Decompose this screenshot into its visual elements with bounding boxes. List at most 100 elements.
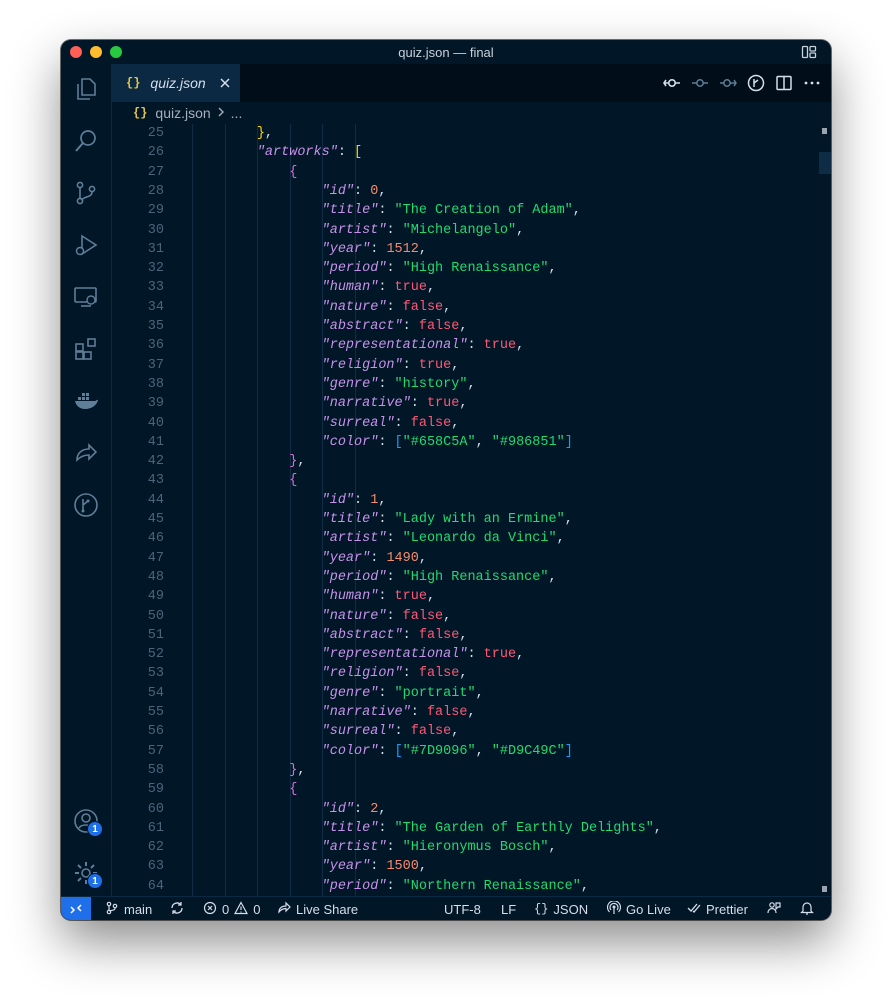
docker-icon[interactable] [73, 388, 99, 414]
code-line[interactable]: 60 "id": 2, [112, 800, 831, 819]
code-line[interactable]: 27 { [112, 163, 831, 182]
remote-indicator-icon[interactable] [61, 897, 91, 920]
line-number: 35 [147, 319, 164, 334]
source-control-icon[interactable] [73, 180, 99, 206]
code-line[interactable]: 29 "title": "The Creation of Adam", [112, 201, 831, 220]
code-line[interactable]: 64 "period": "Northern Renaissance", [112, 877, 831, 896]
language-mode-selector[interactable]: {} JSON [534, 897, 588, 920]
code-line[interactable]: 30 "artist": "Michelangelo", [112, 221, 831, 240]
git-graph-action-icon[interactable] [747, 74, 765, 92]
code-token: , [451, 724, 460, 740]
code-line[interactable]: 34 "nature": false, [112, 298, 831, 317]
code-line[interactable]: 28 "id": 0, [112, 182, 831, 201]
code-line[interactable]: 54 "genre": "portrait", [112, 684, 831, 703]
notifications-button[interactable] [800, 897, 814, 920]
line-number: 52 [147, 647, 164, 663]
code-token: "Lady with an Ermine" [394, 512, 565, 527]
live-share-button[interactable]: Live Share [277, 897, 358, 920]
code-token: : [386, 299, 403, 315]
remote-explorer-icon[interactable] [73, 284, 99, 310]
search-icon[interactable] [73, 128, 99, 154]
code-line[interactable]: 38 "genre": "history", [112, 375, 831, 394]
code-token: "representational" [321, 338, 468, 354]
code-line[interactable]: 41 "color": ["#658C5A", "#986851"] [112, 433, 831, 452]
eol-selector[interactable]: LF [501, 897, 516, 920]
more-actions-icon[interactable] [803, 74, 821, 92]
code-line[interactable]: 39 "narrative": true, [112, 394, 831, 413]
code-editor[interactable]: 25 }, 26 "artworks": [27 {28 "id": 0, 29 "… [112, 124, 831, 896]
code-line[interactable]: 37 "religion": true, [112, 356, 831, 375]
code-line[interactable]: 49 "human": true, [112, 587, 831, 606]
minimize-window-button[interactable] [90, 46, 102, 58]
branch-indicator[interactable]: main [105, 897, 152, 920]
code-line[interactable]: 56 "surreal": false, [112, 722, 831, 741]
code-token: : [386, 608, 403, 624]
previous-change-icon[interactable] [691, 74, 709, 92]
code-line[interactable]: 31 "year": 1512, [112, 240, 831, 259]
code-line[interactable]: 47 "year": 1490, [112, 549, 831, 568]
breadcrumb-file[interactable]: quiz.json [155, 105, 210, 121]
code-line[interactable]: 51 "abstract": false, [112, 626, 831, 645]
encoding-selector[interactable]: UTF-8 [444, 897, 481, 920]
code-line[interactable]: 48 "period": "High Renaissance", [112, 568, 831, 587]
code-line[interactable]: 61 "title": "The Garden of Earthly Delig… [112, 819, 831, 838]
code-line[interactable]: 45 "title": "Lady with an Ermine", [112, 510, 831, 529]
next-change-icon[interactable] [719, 74, 737, 92]
code-line[interactable]: 55 "narrative": false, [112, 703, 831, 722]
code-line[interactable]: 25 }, [112, 124, 831, 143]
problems-indicator[interactable]: 0 0 [203, 897, 260, 920]
code-token: : [378, 589, 395, 605]
line-number: 28 [147, 183, 164, 199]
breadcrumb-symbol[interactable]: ... [231, 105, 243, 121]
customize-layout-icon[interactable] [801, 44, 817, 60]
live-share-icon[interactable] [73, 440, 99, 466]
line-number: 60 [147, 801, 164, 817]
code-text: "nature": false, [192, 298, 452, 317]
code-line[interactable]: 62 "artist": "Hieronymus Bosch", [112, 838, 831, 857]
code-line[interactable]: 43 { [112, 471, 831, 490]
code-token: , [516, 338, 525, 354]
close-window-button[interactable] [70, 46, 82, 58]
code-line[interactable]: 32 "period": "High Renaissance", [112, 259, 831, 278]
code-token: "religion" [321, 357, 403, 373]
go-live-button[interactable]: Go Live [606, 897, 671, 920]
code-token: "narrative" [321, 705, 411, 720]
code-line[interactable]: 58 }, [112, 761, 831, 780]
code-line[interactable]: 63 "year": 1500, [112, 857, 831, 876]
feedback-button[interactable] [767, 897, 781, 920]
code-line[interactable]: 40 "surreal": false, [112, 414, 831, 433]
code-token: "portrait" [394, 685, 476, 701]
code-line[interactable]: 36 "representational": true, [112, 336, 831, 355]
code-line[interactable]: 57 "color": ["#7D9096", "#D9C49C"] [112, 742, 831, 761]
line-number: 63 [147, 859, 164, 875]
sync-button[interactable] [170, 897, 184, 920]
code-line[interactable]: 46 "artist": "Leonardo da Vinci", [112, 529, 831, 548]
code-text: "artist": "Leonardo da Vinci", [192, 529, 565, 548]
maximize-window-button[interactable] [110, 46, 122, 58]
code-line[interactable]: 53 "religion": false, [112, 664, 831, 683]
code-line[interactable]: 52 "representational": true, [112, 645, 831, 664]
code-line[interactable]: 35 "abstract": false, [112, 317, 831, 336]
code-line[interactable]: 42 }, [112, 452, 831, 471]
extensions-icon[interactable] [73, 336, 99, 362]
git-graph-icon[interactable] [73, 492, 99, 518]
code-token: "surreal" [321, 415, 395, 431]
explorer-icon[interactable] [73, 76, 99, 102]
code-token: "#D9C49C" [491, 743, 565, 759]
tab-quiz-json[interactable]: {} quiz.json [112, 64, 240, 102]
code-line[interactable]: 44 "id": 1, [112, 491, 831, 510]
code-line[interactable]: 33 "human": true, [112, 278, 831, 297]
code-line[interactable]: 50 "nature": false, [112, 607, 831, 626]
split-editor-icon[interactable] [775, 74, 793, 92]
code-line[interactable]: 59 { [112, 780, 831, 799]
code-line[interactable]: 26 "artworks": [ [112, 143, 831, 162]
run-debug-icon[interactable] [73, 232, 99, 258]
prettier-button[interactable]: Prettier [687, 897, 748, 920]
close-icon[interactable] [218, 76, 232, 90]
git-commit-icon[interactable] [663, 74, 681, 92]
